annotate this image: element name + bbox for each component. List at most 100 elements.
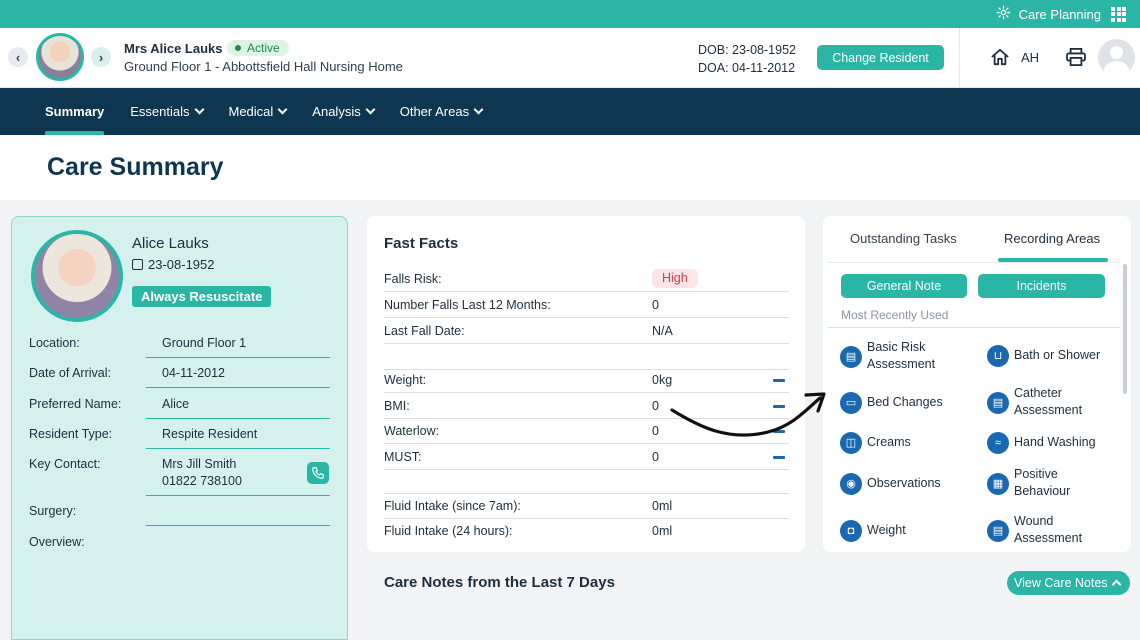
fact-value: 0ml bbox=[652, 524, 673, 538]
phone-icon bbox=[312, 467, 324, 479]
tab-recording-areas[interactable]: Recording Areas bbox=[1004, 231, 1100, 246]
hand-wash-icon: ≈ bbox=[987, 432, 1009, 454]
next-resident-button[interactable]: › bbox=[91, 47, 111, 67]
calendar-grid-icon: ▦ bbox=[987, 473, 1009, 495]
top-bar: Care Planning bbox=[0, 0, 1140, 28]
divider bbox=[146, 387, 330, 388]
item-label: Assessment bbox=[867, 357, 936, 371]
chevron-down-icon bbox=[473, 104, 484, 115]
tab-other-areas[interactable]: Other Areas bbox=[400, 88, 484, 135]
tab-label: Analysis bbox=[312, 104, 361, 119]
info-label: Key Contact: bbox=[29, 457, 101, 471]
item-label: Hand Washing bbox=[1014, 435, 1096, 449]
fact-value: N/A bbox=[652, 324, 673, 338]
chevron-down-icon bbox=[194, 104, 204, 115]
minus-icon[interactable] bbox=[773, 379, 785, 382]
tab-label: Essentials bbox=[130, 104, 190, 119]
fact-label: Falls Risk: bbox=[384, 272, 442, 286]
tab-essentials[interactable]: Essentials bbox=[130, 88, 204, 135]
cream-jar-icon: ◫ bbox=[840, 432, 862, 454]
item-label: Creams bbox=[867, 435, 911, 449]
item-label: Basic Risk bbox=[867, 340, 926, 354]
general-note-button[interactable]: General Note bbox=[841, 274, 967, 298]
fact-label: Fluid Intake (24 hours): bbox=[384, 524, 513, 538]
resident-photo bbox=[31, 230, 123, 322]
tab-outstanding-tasks[interactable]: Outstanding Tasks bbox=[850, 231, 957, 246]
item-label: Positive bbox=[1014, 467, 1058, 481]
clipboard-icon: ▤ bbox=[840, 346, 862, 368]
item-label: Weight bbox=[867, 523, 906, 537]
profile-name: Alice Lauks bbox=[132, 235, 209, 252]
home-icon[interactable] bbox=[990, 48, 1010, 66]
resuscitate-badge: Always Resuscitate bbox=[132, 286, 272, 307]
dob-text: DOB: 23-08-1952 bbox=[698, 43, 796, 57]
observations-icon: ◉ bbox=[840, 473, 862, 495]
fact-value: 0ml bbox=[652, 499, 673, 513]
info-label: Date of Arrival: bbox=[29, 366, 111, 380]
most-recently-used-label: Most Recently Used bbox=[841, 308, 949, 322]
item-label: Bath or Shower bbox=[1014, 348, 1101, 362]
care-planning-link[interactable]: Care Planning bbox=[1019, 7, 1101, 22]
item-label: Bed Changes bbox=[867, 395, 943, 409]
minus-icon[interactable] bbox=[773, 456, 785, 459]
divider bbox=[146, 448, 330, 449]
apps-grid-icon[interactable] bbox=[1111, 6, 1126, 22]
main-nav: Summary Essentials Medical Analysis Othe… bbox=[0, 88, 1140, 135]
info-label: Resident Type: bbox=[29, 427, 113, 441]
info-value: Respite Resident bbox=[162, 427, 258, 441]
info-label: Overview: bbox=[29, 535, 85, 549]
user-initials[interactable]: AH bbox=[1021, 50, 1039, 65]
divider bbox=[146, 495, 330, 496]
fact-label: Number Falls Last 12 Months: bbox=[384, 298, 551, 312]
divider bbox=[828, 327, 1120, 328]
chevron-down-icon bbox=[277, 104, 288, 115]
clipboard-icon: ▤ bbox=[987, 392, 1009, 414]
previous-resident-button[interactable]: ‹ bbox=[8, 47, 28, 67]
tab-medical[interactable]: Medical bbox=[229, 88, 288, 135]
fact-label: BMI: bbox=[384, 399, 410, 413]
info-label: Surgery: bbox=[29, 504, 77, 518]
tab-summary[interactable]: Summary bbox=[45, 88, 105, 135]
resident-location: Ground Floor 1 - Abbottsfield Hall Nursi… bbox=[124, 59, 403, 74]
recording-areas-card: Outstanding Tasks Recording Areas Genera… bbox=[823, 216, 1131, 552]
change-resident-button[interactable]: Change Resident bbox=[817, 45, 944, 70]
bath-icon: ⊔ bbox=[987, 345, 1009, 367]
fact-label: Fluid Intake (since 7am): bbox=[384, 499, 521, 513]
info-value: 04-11-2012 bbox=[162, 366, 226, 380]
risk-badge: High bbox=[652, 269, 698, 288]
item-label: Catheter bbox=[1014, 386, 1062, 400]
divider bbox=[828, 262, 1118, 263]
doa-text: DOA: 04-11-2012 bbox=[698, 61, 796, 75]
status-label: Active bbox=[247, 41, 280, 55]
gear-icon[interactable] bbox=[996, 5, 1011, 24]
resident-avatar bbox=[36, 33, 84, 81]
print-icon[interactable] bbox=[1066, 48, 1086, 66]
info-label: Preferred Name: bbox=[29, 397, 122, 411]
call-button[interactable] bbox=[307, 462, 329, 484]
tab-analysis[interactable]: Analysis bbox=[312, 88, 376, 135]
fact-row-falls-risk: Falls Risk: High bbox=[384, 266, 789, 292]
clipboard-icon: ▤ bbox=[987, 520, 1009, 542]
fact-value: 0kg bbox=[652, 373, 673, 387]
divider bbox=[146, 418, 330, 419]
item-label: Behaviour bbox=[1014, 484, 1071, 498]
profile-dob: 23-08-1952 bbox=[132, 257, 215, 272]
chevron-down-icon bbox=[365, 104, 376, 115]
page-title: Care Summary bbox=[47, 153, 224, 181]
fact-row-fluid-24h: Fluid Intake (24 hours): 0ml bbox=[384, 518, 789, 544]
fact-row-must: MUST: 0 bbox=[384, 444, 789, 470]
fact-row-last-fall: Last Fall Date: N/A bbox=[384, 318, 789, 344]
button-label: View Care Notes bbox=[1014, 576, 1108, 590]
fact-label: Weight: bbox=[384, 373, 427, 387]
divider bbox=[146, 357, 330, 358]
status-badge: Active bbox=[227, 40, 289, 56]
bed-icon: ▭ bbox=[840, 392, 862, 414]
profile-dob-value: 23-08-1952 bbox=[148, 257, 215, 272]
incidents-button[interactable]: Incidents bbox=[978, 274, 1105, 298]
view-care-notes-button[interactable]: View Care Notes bbox=[1007, 571, 1130, 595]
fact-label: Waterlow: bbox=[384, 424, 440, 438]
scrollbar[interactable] bbox=[1123, 264, 1127, 394]
resident-header: ‹ › Mrs Alice Lauks Active Ground Floor … bbox=[0, 28, 1140, 88]
fact-spacer bbox=[384, 468, 789, 494]
user-avatar[interactable] bbox=[1098, 39, 1135, 76]
